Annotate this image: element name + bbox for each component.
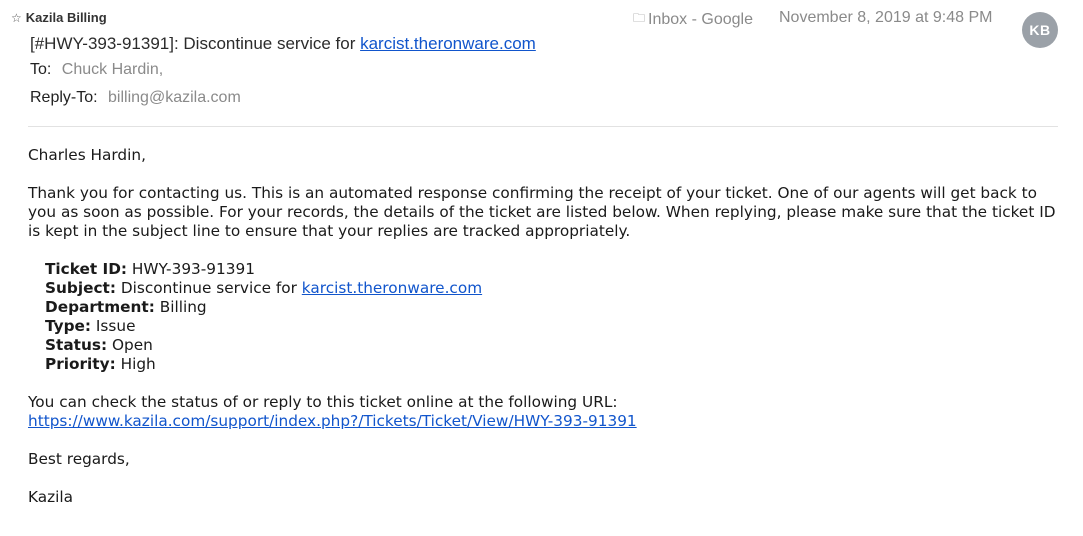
signature: Kazila <box>28 488 74 506</box>
type-row: Type: Issue <box>45 317 1058 336</box>
header-divider <box>28 126 1058 127</box>
priority-value: High <box>120 355 156 373</box>
type-value: Issue <box>95 317 136 335</box>
priority-row: Priority: High <box>45 355 1058 374</box>
ticket-subject-row: Subject: Discontinue service for karcist… <box>45 279 1058 298</box>
status-row: Status: Open <box>45 336 1058 355</box>
ticket-details: Ticket ID: HWY-393-91391 Subject: Discon… <box>28 260 1058 374</box>
ticket-id-value: HWY-393-91391 <box>131 260 255 278</box>
department-value: Billing <box>159 298 207 316</box>
to-row: To: Chuck Hardin, <box>30 61 163 79</box>
reply-to-value[interactable]: billing@kazila.com <box>108 89 241 106</box>
star-outline-icon[interactable]: ☆ <box>11 11 22 25</box>
message-date: November 8, 2019 at 9:48 PM <box>779 9 993 26</box>
mailbox-indicator[interactable]: 🗀 Inbox - Google <box>633 9 753 30</box>
sender-row: ☆ Kazila Billing <box>11 10 107 25</box>
closing: Best regards, <box>28 450 130 468</box>
subject-link[interactable]: karcist.theronware.com <box>360 34 536 53</box>
subject-text: [#HWY-393-91391]: Discontinue service fo… <box>30 34 361 53</box>
folder-icon: 🗀 <box>633 11 646 25</box>
status-label: Status: <box>45 336 108 354</box>
message-body: Charles Hardin, Thank you for contacting… <box>28 146 1058 507</box>
reply-to-label: Reply-To: <box>30 89 98 106</box>
message-subject: [#HWY-393-91391]: Discontinue service fo… <box>30 34 536 54</box>
url-intro: You can check the status of or reply to … <box>28 393 618 411</box>
greeting: Charles Hardin, <box>28 146 146 164</box>
reply-to-row: Reply-To: billing@kazila.com <box>30 89 241 107</box>
ticket-url-link[interactable]: https://www.kazila.com/support/index.php… <box>28 412 637 430</box>
ticket-subject-label: Subject: <box>45 279 116 297</box>
department-label: Department: <box>45 298 155 316</box>
to-value[interactable]: Chuck Hardin, <box>62 61 163 78</box>
message-header: ☆ Kazila Billing 🗀 Inbox - Google Novemb… <box>0 0 1083 127</box>
ticket-subject-link[interactable]: karcist.theronware.com <box>302 279 482 297</box>
ticket-id-label: Ticket ID: <box>45 260 128 278</box>
sender-name[interactable]: Kazila Billing <box>26 10 107 25</box>
mailbox-name: Inbox - Google <box>648 10 753 28</box>
status-value: Open <box>111 336 153 354</box>
ticket-id-row: Ticket ID: HWY-393-91391 <box>45 260 1058 279</box>
priority-label: Priority: <box>45 355 116 373</box>
intro-paragraph: Thank you for contacting us. This is an … <box>28 184 1056 240</box>
ticket-subject-value: Discontinue service for <box>120 279 302 297</box>
avatar: KB <box>1022 12 1058 48</box>
type-label: Type: <box>45 317 92 335</box>
url-block: https://www.kazila.com/support/index.php… <box>28 412 1058 431</box>
department-row: Department: Billing <box>45 298 1058 317</box>
to-label: To: <box>30 61 52 78</box>
